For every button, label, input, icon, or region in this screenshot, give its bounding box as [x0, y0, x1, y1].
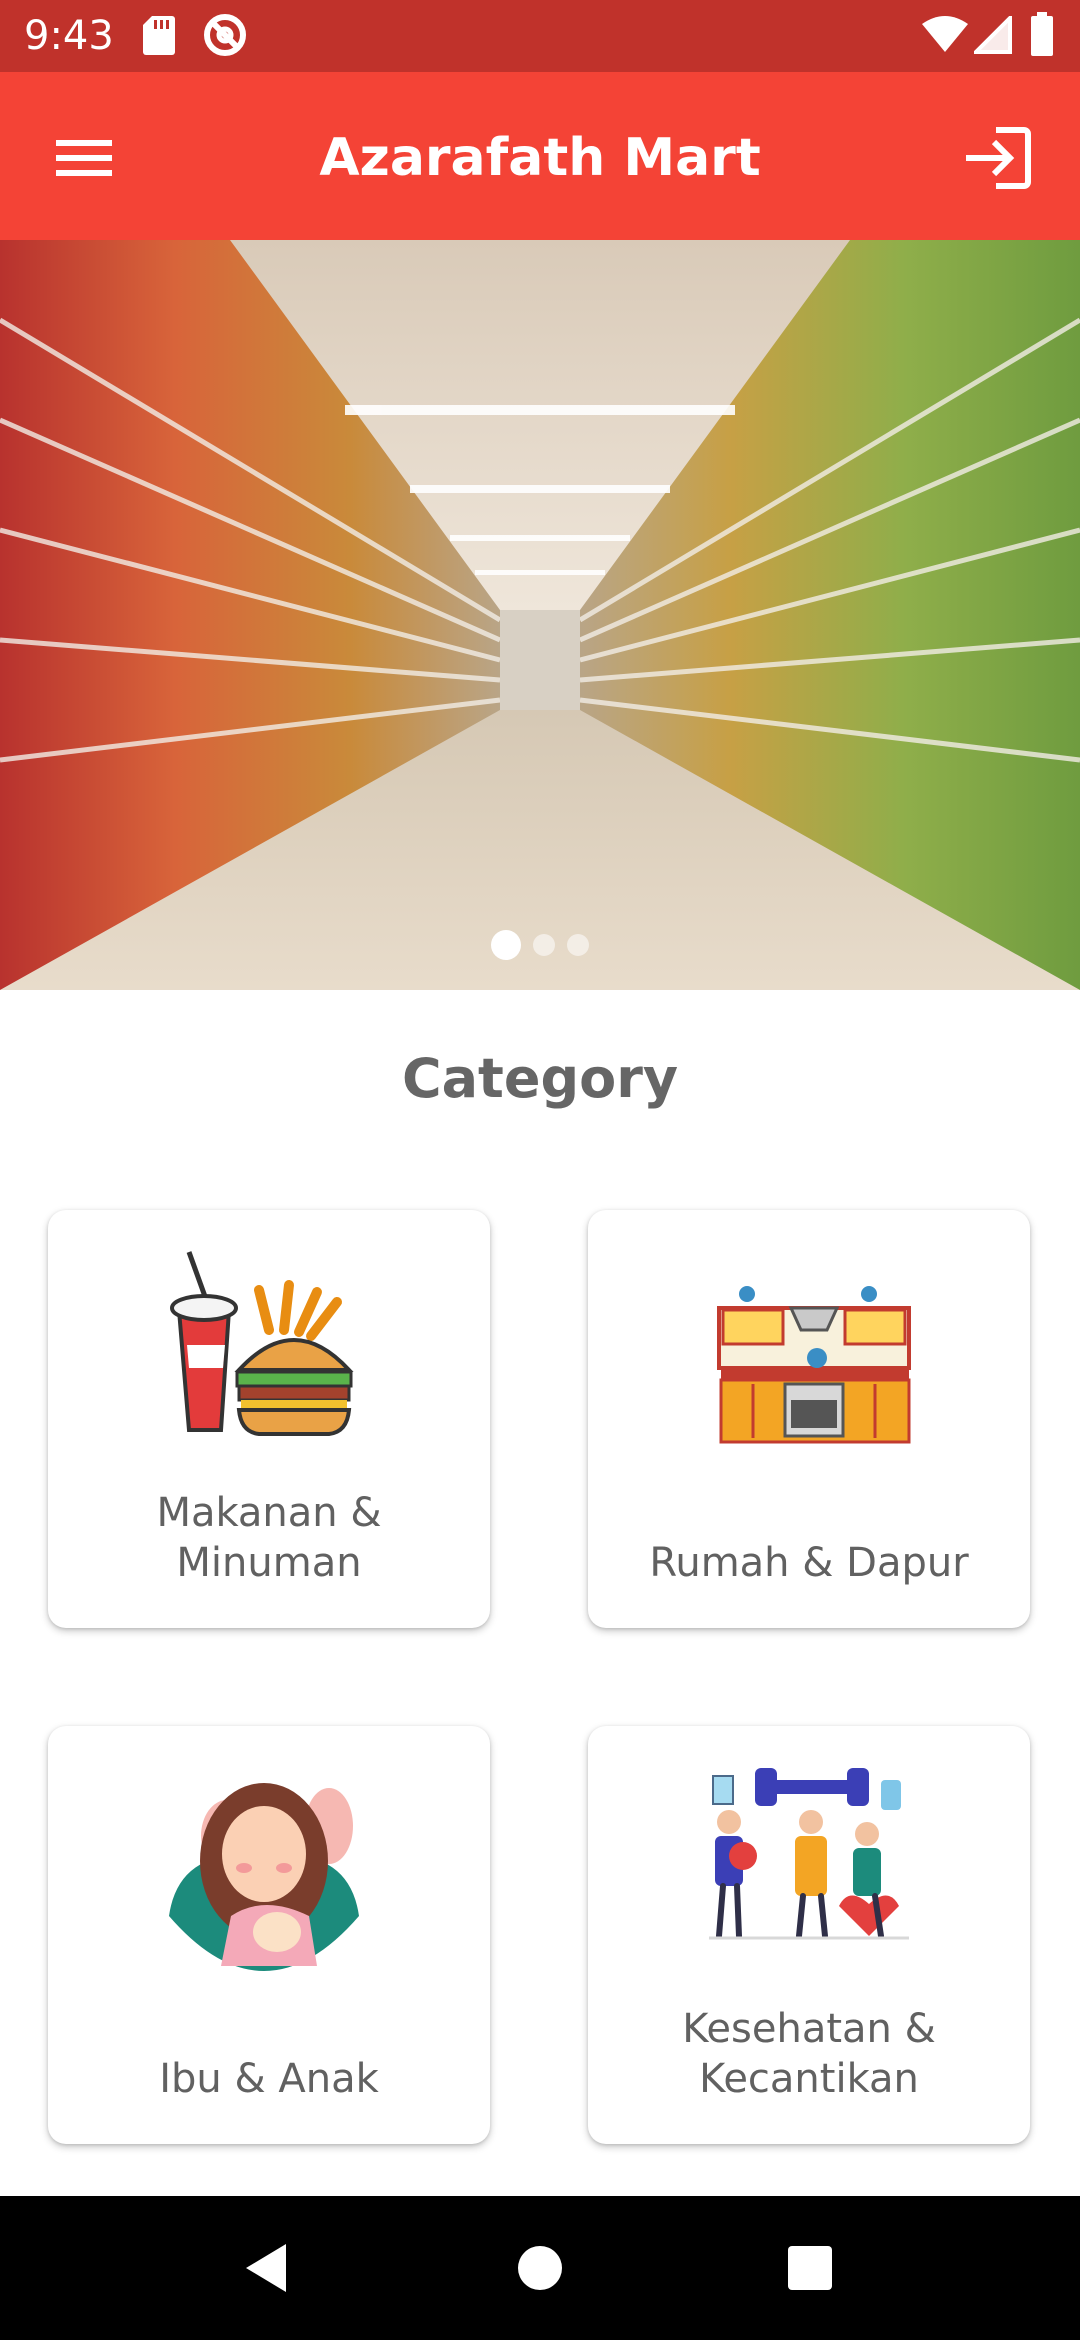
category-label: Kesehatan & Kecantikan: [598, 1994, 1020, 2104]
category-card-rumah-dapur[interactable]: Rumah & Dapur: [588, 1210, 1030, 1628]
supermarket-aisle-photo: [0, 240, 1080, 990]
category-card-makanan-minuman[interactable]: Makanan & Minuman: [48, 1210, 490, 1628]
carousel-dot[interactable]: [567, 934, 589, 956]
recents-icon[interactable]: [770, 2228, 850, 2308]
carousel-indicator[interactable]: [0, 930, 1080, 960]
category-card-ibu-anak[interactable]: Ibu & Anak: [48, 1726, 490, 2144]
mother-child-icon: [159, 1766, 379, 1976]
category-label-text: Rumah & Dapur: [649, 1540, 969, 1586]
carousel-dot-active[interactable]: [491, 930, 521, 960]
home-icon[interactable]: [500, 2228, 580, 2308]
food-drink-icon: [159, 1250, 379, 1460]
login-icon[interactable]: [956, 116, 1040, 200]
kitchen-icon: [699, 1250, 919, 1460]
app-title: Azarafath Mart: [319, 128, 761, 188]
battery-icon: [1030, 12, 1054, 61]
category-label-text: Ibu & Anak: [159, 2056, 379, 2102]
status-time: 9:43: [24, 13, 114, 59]
wifi-icon: [922, 16, 968, 59]
signal-icon: [971, 13, 1012, 59]
system-navigation-bar: [0, 2196, 1080, 2340]
back-icon[interactable]: [228, 2228, 308, 2308]
category-card-kesehatan-kecantikan[interactable]: Kesehatan & Kecantikan: [588, 1726, 1030, 2144]
category-label: Makanan & Minuman: [58, 1478, 480, 1588]
status-bar: 9:43: [0, 0, 1080, 72]
category-label: Rumah & Dapur: [598, 1478, 1020, 1588]
category-title: Category: [401, 1047, 679, 1110]
category-label: Ibu & Anak: [58, 1994, 480, 2104]
sd-card-icon: [142, 14, 176, 61]
category-label-text: Makanan & Minuman: [156, 1490, 382, 1586]
category-label-text: Kesehatan & Kecantikan: [682, 2006, 936, 2102]
banner-carousel[interactable]: [0, 240, 1080, 990]
app-bar: Azarafath Mart: [0, 72, 1080, 240]
do-not-disturb-icon: [202, 12, 248, 63]
health-beauty-icon: [699, 1766, 919, 1976]
carousel-dot[interactable]: [533, 934, 555, 956]
